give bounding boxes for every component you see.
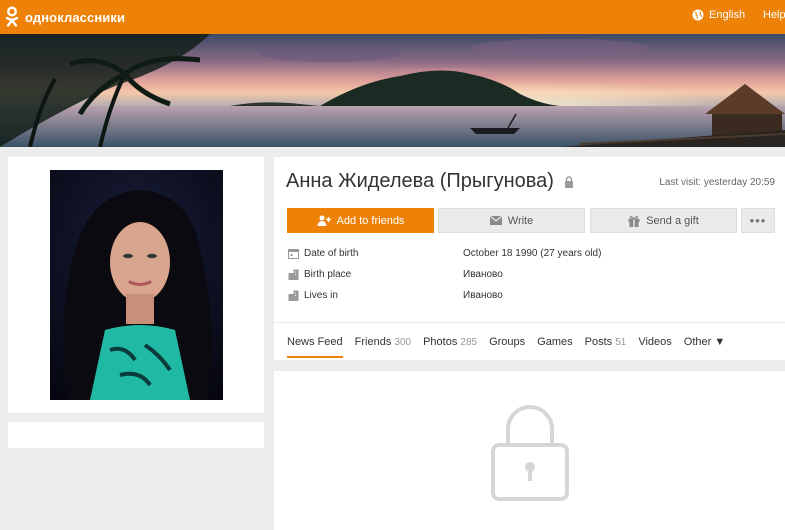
profile-tabs: News Feed Friends 300 Photos 285 Groups … xyxy=(287,336,725,358)
info-row-birth-place: Birth place Иваново xyxy=(288,269,503,280)
padlock-icon xyxy=(491,405,569,501)
lock-icon xyxy=(564,175,573,188)
globe-icon xyxy=(692,9,704,21)
info-row-lives-in: Lives in Иваново xyxy=(288,290,503,301)
private-content-card xyxy=(274,371,785,530)
last-visit: Last visit: yesterday 20:59 xyxy=(659,177,775,188)
info-value: October 18 1990 (27 years old) xyxy=(463,248,602,259)
add-friend-icon xyxy=(317,215,331,226)
calendar-icon xyxy=(288,249,299,259)
building-icon xyxy=(288,290,299,301)
info-label: Birth place xyxy=(304,269,352,280)
info-value[interactable]: Иваново xyxy=(463,269,503,280)
divider xyxy=(274,322,785,323)
building-icon xyxy=(288,269,299,280)
tab-count: 51 xyxy=(615,337,627,348)
site-logo[interactable]: одноклассники xyxy=(5,6,125,28)
info-label-wrap: Birth place xyxy=(288,269,463,280)
tab-friends[interactable]: Friends 300 xyxy=(355,336,411,358)
add-to-friends-label: Add to friends xyxy=(336,214,405,227)
tab-label: Other ▼ xyxy=(683,336,726,348)
tab-videos[interactable]: Videos xyxy=(638,336,671,358)
tab-other[interactable]: Other ▼ xyxy=(684,336,725,358)
tab-count: 285 xyxy=(460,337,478,348)
ok-logo-icon xyxy=(5,6,19,27)
info-row-birth-date: Date of birth October 18 1990 (27 years … xyxy=(288,248,601,259)
sidebar-card xyxy=(8,422,264,448)
tab-label: Videos xyxy=(638,336,672,348)
info-label-wrap: Lives in xyxy=(288,290,463,301)
profile-name: Анна Жиделева (Прыгунова) xyxy=(286,170,554,192)
tropical-sunset-image xyxy=(0,34,785,147)
tab-photos[interactable]: Photos 285 xyxy=(423,336,477,358)
write-label: Write xyxy=(507,214,534,227)
write-button[interactable]: Write xyxy=(438,208,585,233)
profile-name-row: Анна Жиделева (Прыгунова) xyxy=(286,170,574,193)
info-value[interactable]: Иваново xyxy=(463,290,503,301)
tab-games[interactable]: Games xyxy=(537,336,572,358)
info-label: Lives in xyxy=(304,290,338,301)
tab-news-feed[interactable]: News Feed xyxy=(287,336,343,358)
tab-label: Groups xyxy=(489,336,526,348)
cover-banner xyxy=(0,34,785,147)
send-gift-button[interactable]: Send a gift xyxy=(590,208,737,233)
language-label: English xyxy=(709,9,746,21)
language-switch[interactable]: English xyxy=(692,9,745,21)
send-gift-label: Send a gift xyxy=(646,214,699,227)
help-link[interactable]: Help xyxy=(763,9,785,21)
tab-label: Games xyxy=(537,336,573,348)
info-label: Date of birth xyxy=(304,248,359,259)
tab-groups[interactable]: Groups xyxy=(489,336,525,358)
tab-label: News Feed xyxy=(287,336,343,348)
tab-label: Photos xyxy=(423,336,458,348)
profile-main-card: Анна Жиделева (Прыгунова) Last visit: ye… xyxy=(274,157,785,360)
top-bar: одноклассники English Help xyxy=(0,0,785,34)
avatar[interactable] xyxy=(50,170,223,400)
profile-photo-card xyxy=(8,157,264,413)
info-label-wrap: Date of birth xyxy=(288,248,463,259)
site-name: одноклассники xyxy=(25,9,126,25)
tab-label: Friends xyxy=(354,336,392,348)
gift-icon xyxy=(628,215,640,227)
add-to-friends-button[interactable]: Add to friends xyxy=(287,208,434,233)
envelope-icon xyxy=(489,216,502,225)
tab-count: 300 xyxy=(394,337,412,348)
tab-label: Posts xyxy=(584,336,613,348)
tab-posts[interactable]: Posts 51 xyxy=(585,336,627,358)
more-actions-button[interactable]: ••• xyxy=(741,208,775,233)
